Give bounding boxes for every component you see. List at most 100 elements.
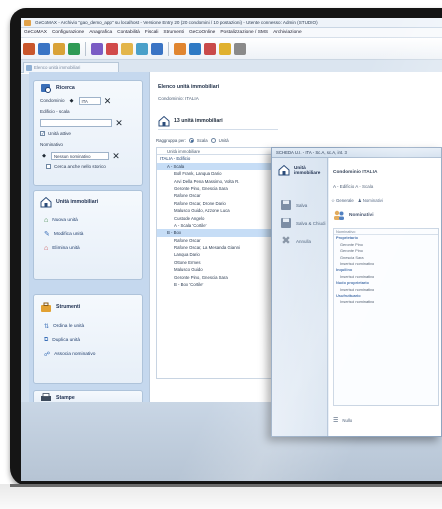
tree-row[interactable]: Rafone Oscar (157, 237, 287, 244)
book-icon[interactable] (151, 42, 163, 55)
clear-condominio-button[interactable]: ✕ (104, 96, 112, 105)
modal-sidebar: Unità immobiliare Salva Salva & Chiudi ✖… (272, 158, 328, 436)
associate-name-link[interactable]: ☍ Associa nominativo (34, 347, 142, 361)
nominativo-label-row: Nominativo (34, 139, 142, 150)
tree-row[interactable]: Boll Frank, Lanqua Dario (157, 170, 287, 177)
modal-tabs: ☆ Generale ♟ Nominativi (331, 196, 383, 205)
edificio-select[interactable] (40, 118, 112, 127)
sidebar: Ricerca Condominio ◆ ITA ✕ Edificio - sc… (29, 72, 149, 406)
tree-row[interactable]: Malusco Guido, Azzone Luca (157, 207, 287, 214)
tree-row[interactable]: A - Scala 'Cortile' (157, 222, 287, 229)
menu-item-6[interactable]: GeCoOnline (189, 28, 215, 37)
tools-panel-title: Strumenti (56, 304, 81, 310)
associate-name-label: Associa nominativo (54, 351, 96, 357)
tree-row[interactable]: Geronte Pino, Gnescia Sara (157, 274, 287, 281)
edit-unit-link[interactable]: ✎ Modifica unità (34, 227, 142, 241)
tools-icon[interactable] (174, 42, 186, 55)
group-filter: Raggruppa per: Scala Unità (156, 136, 288, 145)
tree-row[interactable]: Custode Angelo (157, 215, 287, 222)
clear-edificio-button[interactable]: ✕ (115, 118, 123, 127)
new-unit-label: Nuova unità (52, 217, 78, 223)
calendar-icon[interactable] (189, 42, 201, 55)
tree-column-header: Unità immobiliare (157, 148, 287, 156)
tree-row[interactable]: A - Scala (157, 162, 287, 171)
nominativi-row[interactable]: Inserisci nominativo (334, 299, 438, 305)
menu-item-8[interactable]: Archiviazione (273, 28, 302, 37)
nominativo-dropdown-icon[interactable]: ◆ (40, 152, 48, 160)
duplicate-unit-link[interactable]: ⧉ Duplica unità (34, 333, 142, 347)
menu-item-5[interactable]: Strumenti (163, 28, 184, 37)
nominativi-list[interactable]: Nominativo Proprietario Geronte Pino Geront… (333, 228, 439, 406)
settings-icon[interactable] (219, 42, 231, 55)
tree-row[interactable]: Rafone Oscar, Drone Dario (157, 200, 287, 207)
tree-row[interactable]: Lanqua Dario (157, 251, 287, 258)
footer-list-icon: ☰ (333, 417, 339, 424)
group-by-unit-label: Unità (218, 138, 229, 143)
tree-row[interactable]: Rafone Oscar (157, 192, 287, 199)
tree-row[interactable]: Malusco Guido (157, 266, 287, 273)
condominio-input[interactable]: ITA (78, 96, 101, 105)
nominativi-section-header: Nominativi (333, 208, 374, 222)
save-label: Salva (296, 202, 308, 208)
tree-row[interactable]: B - Box 'Cortile' (157, 281, 287, 288)
menu-item-7[interactable]: Postalizzazione / SMS (220, 28, 268, 37)
tree-row[interactable]: Rafone Oscar, La Mesanda Gianni (157, 244, 287, 251)
cancel-button[interactable]: ✖ Annulla (272, 232, 327, 250)
group-by-unit-radio[interactable] (210, 138, 216, 143)
delete-unit-link[interactable]: ⌂ Elimina unità (34, 241, 142, 255)
menu-item-4[interactable]: Fiscali (145, 28, 159, 37)
tree-row[interactable]: B - Box (157, 229, 287, 237)
menu-item-3[interactable]: Contabilità (117, 28, 140, 37)
tools-panel: Strumenti ⇅ Ordina le unità ⧉ Duplica un… (33, 294, 143, 384)
coins-icon[interactable] (121, 42, 133, 55)
tree-row[interactable]: Ottone Ermes (157, 259, 287, 266)
monitor-screen: GeCoMAX - Archivio "gao_demo_app" su loc… (21, 18, 442, 481)
group-by-scala-radio[interactable] (188, 138, 194, 143)
modal-titlebar[interactable]: SCHEDA U.I. - ITA - Sc.A, sc.A, int. 3 (272, 148, 441, 158)
chart-icon[interactable] (68, 42, 80, 55)
save-close-button[interactable]: Salva & Chiudi (272, 214, 327, 232)
units-panel-title: Unità immobiliari (56, 199, 99, 205)
folder-icon[interactable] (106, 42, 118, 55)
bell-icon[interactable] (204, 42, 216, 55)
tab-generale[interactable]: ☆ Generale (331, 196, 354, 205)
attive-row: ✓ Unità attive (34, 128, 142, 139)
storico-checkbox[interactable] (46, 164, 51, 169)
menu-item-1[interactable]: Configurazione (52, 28, 84, 37)
tree-row[interactable]: Arvi Della Pena Massimo, Volta R. (157, 178, 287, 185)
users-icon[interactable] (23, 42, 35, 55)
list-icon (26, 65, 32, 71)
calculator-icon[interactable] (53, 42, 65, 55)
edificio-label: Edificio - scala (40, 109, 70, 114)
tree-row[interactable]: ITALIA - Edificio (157, 155, 287, 162)
refresh-icon[interactable] (136, 42, 148, 55)
building-icon[interactable] (38, 42, 50, 55)
sort-units-link[interactable]: ⇅ Ordina le unità (34, 319, 142, 333)
condominio-dropdown-icon[interactable]: ◆ (68, 97, 76, 105)
house-icon (40, 196, 52, 208)
nominativo-input[interactable]: Nessun nominativo (51, 151, 109, 160)
units-tree[interactable]: Unità immobiliare ITALIA - Edificio A - Sc… (156, 147, 288, 379)
delete-icon: ⌂ (44, 244, 49, 252)
tab-nominativi[interactable]: ♟ Nominativi (358, 196, 383, 205)
tab-label: Elenco unità immobiliari (34, 65, 81, 70)
menu-item-0[interactable]: GeCoMAX (24, 28, 47, 37)
attive-label: Unità attive (48, 131, 71, 136)
edificio-label-row: Edificio - scala (34, 106, 142, 117)
receipt-icon[interactable] (91, 42, 103, 55)
tree-row[interactable]: Geronte Pino, Gnescia Sara (157, 185, 287, 192)
tab-nominativi-label: Nominativi (362, 198, 383, 203)
modal-title: SCHEDA U.I. - ITA - Sc.A, sc.A, int. 3 (276, 150, 347, 155)
duplicate-unit-label: Duplica unità (52, 337, 81, 343)
menu-item-2[interactable]: Anagrafica (89, 28, 112, 37)
save-button[interactable]: Salva (272, 196, 327, 214)
units-panel-header: Unità immobiliari (34, 191, 142, 213)
help-icon[interactable] (234, 42, 246, 55)
condominio-row: Condominio ◆ ITA ✕ (34, 95, 142, 106)
desk-surface (0, 484, 442, 509)
toolbar-separator (168, 41, 169, 56)
monitor-base-edge (10, 484, 442, 487)
clear-nominativo-button[interactable]: ✕ (112, 151, 120, 160)
attive-checkbox[interactable]: ✓ (40, 131, 45, 136)
new-unit-link[interactable]: ⌂ Nuova unità (34, 213, 142, 227)
